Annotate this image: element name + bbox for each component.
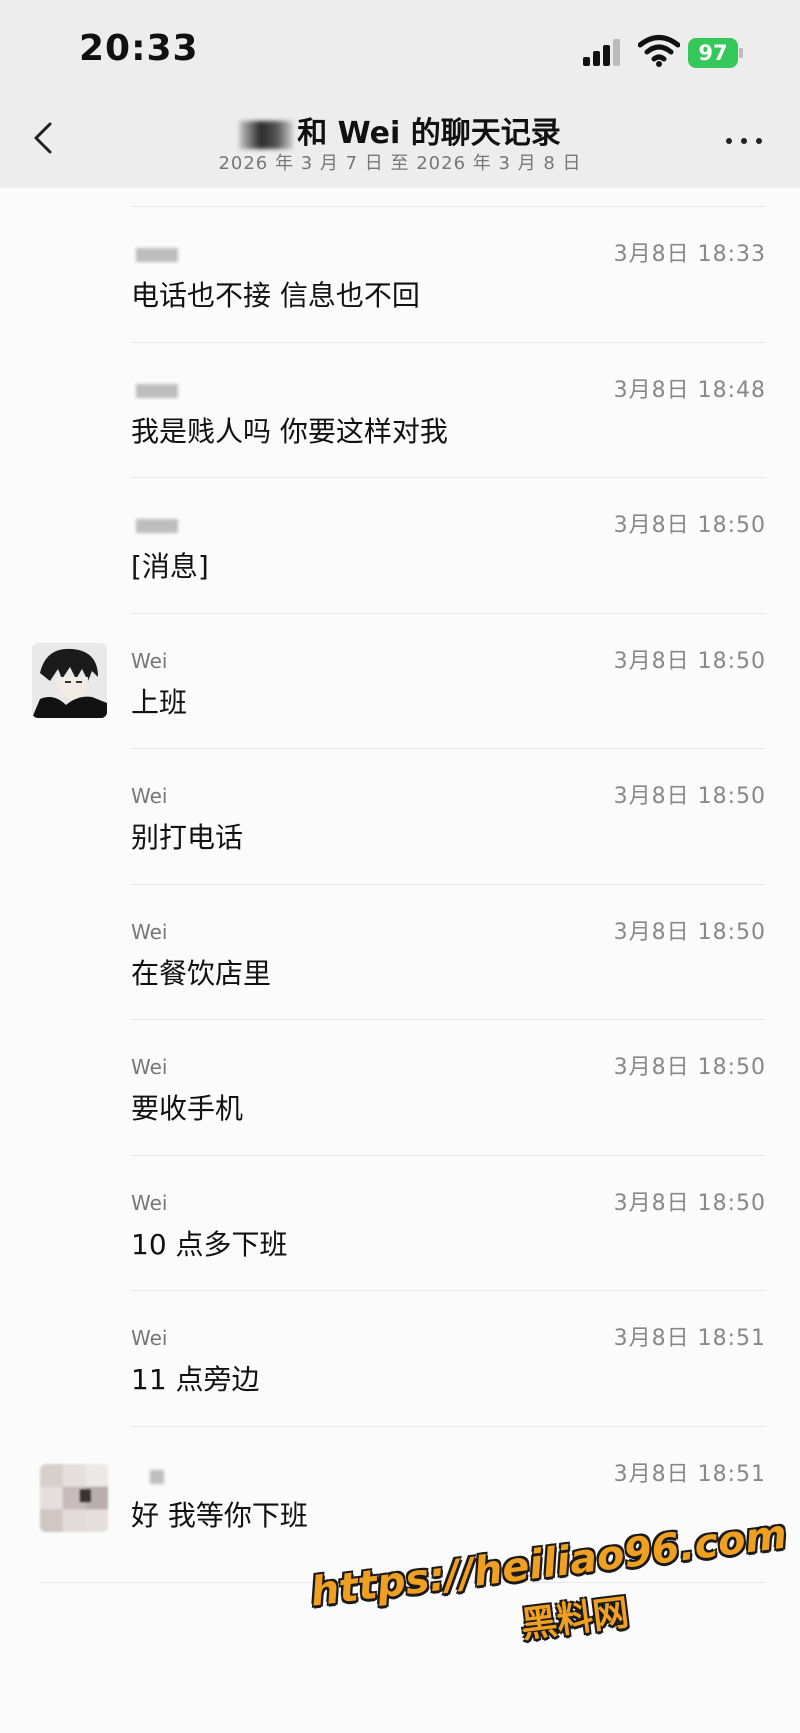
- sender-name: Wei: [131, 1326, 168, 1350]
- redacted-sender: [136, 384, 178, 398]
- message-time: 3月8日 18:50: [613, 513, 766, 538]
- divider: [131, 1426, 766, 1427]
- divider: [131, 884, 766, 885]
- back-chevron-icon[interactable]: [30, 118, 60, 158]
- message-item[interactable]: Wei 3月8日 18:50 要收手机: [0, 1019, 800, 1155]
- message-item[interactable]: 3月8日 18:50 [消息]: [0, 477, 800, 613]
- message-text: 别打电话: [131, 821, 244, 854]
- message-text: 电话也不接 信息也不回: [131, 279, 420, 312]
- message-time: 3月8日 18:50: [613, 784, 766, 809]
- sender-name: Wei: [131, 649, 168, 673]
- page-title: 和 Wei 的聊天记录: [200, 108, 600, 152]
- message-time: 3月8日 18:50: [613, 1055, 766, 1080]
- avatar[interactable]: [32, 643, 107, 718]
- message-item[interactable]: 3月8日 18:48 我是贱人吗 你要这样对我: [0, 342, 800, 478]
- top-bar: 20:33 97 和 Wei 的聊天记录 2026 年 3 月 7 日 至 20…: [0, 0, 800, 188]
- avatar[interactable]: [40, 1464, 108, 1532]
- message-time: 3月8日 18:51: [613, 1326, 766, 1351]
- divider: [131, 206, 766, 207]
- page-title-text: 和 Wei 的聊天记录: [297, 116, 561, 151]
- message-text: 要收手机: [131, 1092, 244, 1125]
- sender-name: Wei: [131, 784, 168, 808]
- redacted-sender: [136, 248, 178, 262]
- message-time: 3月8日 18:50: [613, 649, 766, 674]
- message-text: 10 点多下班: [131, 1228, 288, 1261]
- divider: [131, 342, 766, 343]
- message-time: 3月8日 18:50: [613, 920, 766, 945]
- divider: [131, 1155, 766, 1156]
- cellular-signal-icon: [583, 38, 625, 66]
- sender-name: Wei: [131, 920, 168, 944]
- battery-level: 97: [688, 38, 738, 68]
- message-item[interactable]: Wei 3月8日 18:51 11 点旁边: [0, 1290, 800, 1426]
- message-time: 3月8日 18:51: [613, 1462, 766, 1487]
- message-text: 11 点旁边: [131, 1363, 260, 1396]
- message-item[interactable]: Wei 3月8日 18:50 上班: [0, 613, 800, 749]
- message-time: 3月8日 18:33: [613, 242, 766, 267]
- divider: [131, 1019, 766, 1020]
- message-text: 在餐饮店里: [131, 957, 272, 990]
- divider: [131, 1290, 766, 1291]
- more-options-icon[interactable]: [724, 128, 764, 152]
- message-item[interactable]: Wei 3月8日 18:50 在餐饮店里: [0, 884, 800, 1020]
- sender-name: Wei: [131, 1055, 168, 1079]
- message-item[interactable]: Wei 3月8日 18:50 10 点多下班: [0, 1155, 800, 1291]
- sender-name: Wei: [131, 1191, 168, 1215]
- message-text: [消息]: [131, 550, 209, 583]
- status-time: 20:33: [79, 28, 199, 69]
- message-time: 3月8日 18:48: [613, 378, 766, 403]
- message-text: 好 我等你下班: [131, 1499, 308, 1532]
- message-text: 上班: [131, 686, 188, 719]
- message-item[interactable]: 3月8日 18:33 电话也不接 信息也不回: [0, 206, 800, 342]
- redacted-name: [239, 120, 294, 149]
- date-range: 2026 年 3 月 7 日 至 2026 年 3 月 8 日: [218, 153, 582, 174]
- message-item[interactable]: Wei 3月8日 18:50 别打电话: [0, 748, 800, 884]
- divider: [131, 613, 766, 614]
- redacted-sender: [136, 519, 178, 533]
- redacted-sender: [150, 1470, 164, 1484]
- message-time: 3月8日 18:50: [613, 1191, 766, 1216]
- wifi-icon: [638, 35, 680, 67]
- battery-icon: 97: [688, 38, 743, 68]
- divider: [131, 748, 766, 749]
- divider: [131, 477, 766, 478]
- message-text: 我是贱人吗 你要这样对我: [131, 415, 448, 448]
